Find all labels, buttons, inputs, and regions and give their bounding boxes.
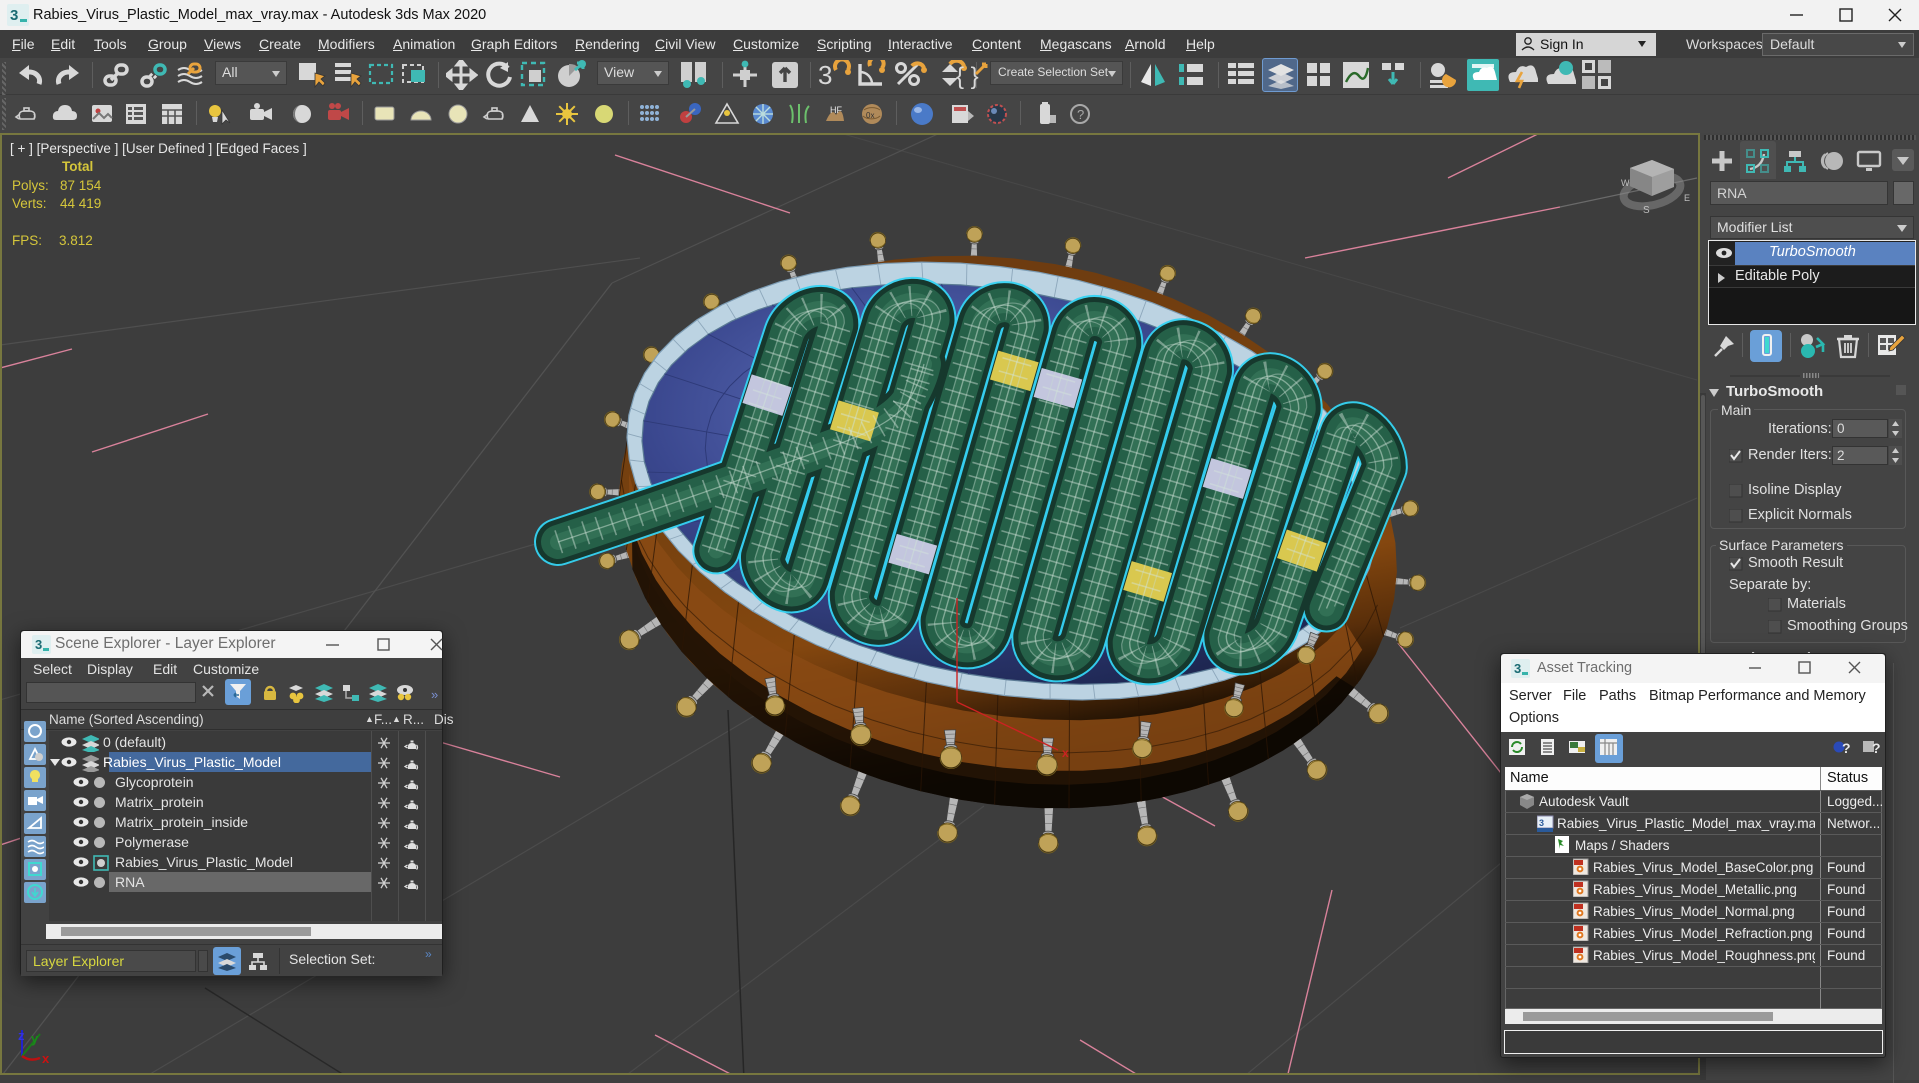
svg-text:3: 3 — [1539, 818, 1544, 828]
svg-text:z: z — [18, 1028, 25, 1043]
svg-text:S: S — [1643, 205, 1650, 216]
svg-text:x: x — [1062, 746, 1069, 760]
svg-text:HF: HF — [830, 105, 842, 115]
svg-text:E: E — [1684, 193, 1690, 203]
svg-text:?: ? — [1077, 107, 1084, 122]
svg-text:W: W — [1621, 178, 1630, 188]
svg-text:3: 3 — [10, 7, 18, 24]
svg-text:x: x — [42, 1051, 50, 1066]
svg-text:y: y — [31, 1031, 39, 1046]
svg-text:3: 3 — [1514, 661, 1521, 676]
svg-text:?: ? — [1872, 740, 1881, 756]
svg-text:3: 3 — [35, 637, 42, 652]
svg-text:3: 3 — [818, 60, 832, 90]
svg-text:?: ? — [1842, 740, 1851, 756]
svg-text:0x: 0x — [866, 111, 874, 120]
svg-text:{ }: { } — [956, 63, 979, 90]
